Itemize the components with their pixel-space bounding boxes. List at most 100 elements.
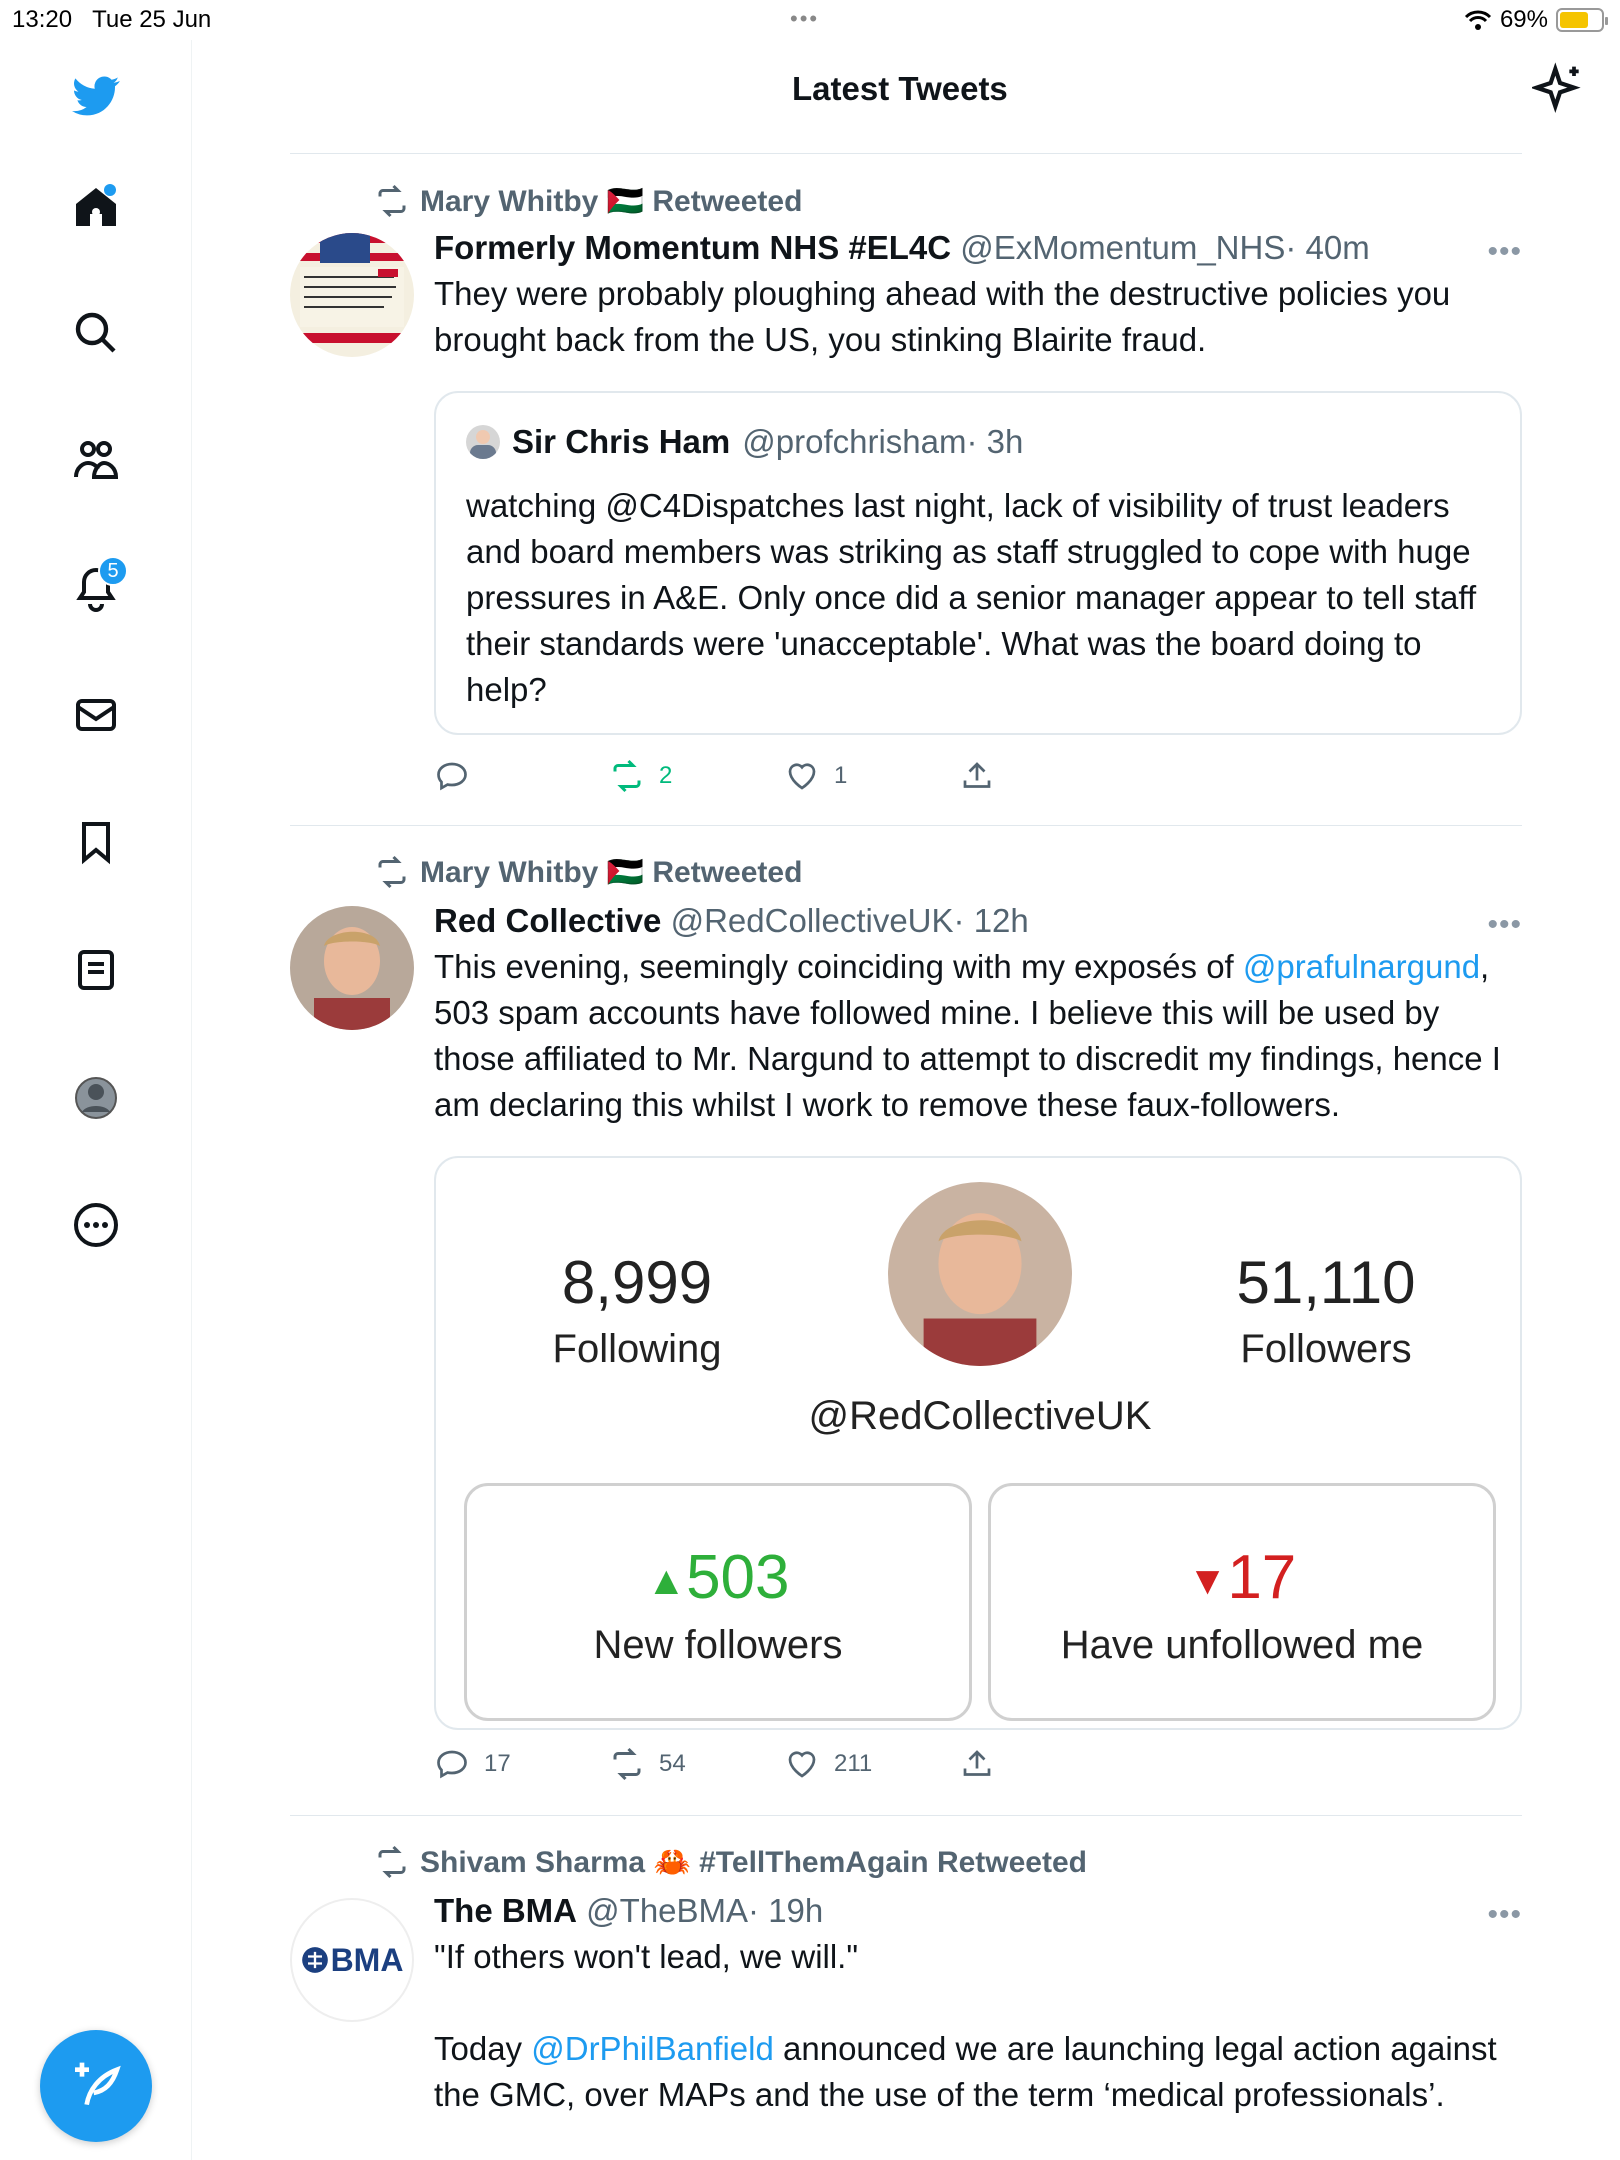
- notifications-badge: 5: [98, 556, 128, 586]
- people-icon[interactable]: [66, 431, 126, 491]
- more-circle-icon[interactable]: [66, 1195, 126, 1255]
- text-segment: This evening, seemingly coinciding with …: [434, 948, 1243, 985]
- retweet-button[interactable]: 54: [609, 1746, 784, 1782]
- tweet-text: This evening, seemingly coinciding with …: [434, 944, 1522, 1128]
- home-unread-dot: [104, 184, 116, 196]
- share-button[interactable]: [959, 758, 1134, 794]
- card-handle: @RedCollectiveUK: [808, 1394, 1152, 1438]
- card-avatar: [888, 1182, 1072, 1366]
- quote-avatar: [466, 425, 500, 459]
- share-button[interactable]: [959, 1746, 1134, 1782]
- unfollowed-box: ▼17 Have unfollowed me: [988, 1483, 1496, 1721]
- retweet-context: Shivam Sharma 🦀 #TellThemAgain Retweeted: [374, 1844, 1087, 1880]
- more-options-icon[interactable]: •••: [1487, 235, 1522, 269]
- unfollowed-value: ▼17: [1187, 1543, 1297, 1612]
- retweet-button[interactable]: 2: [609, 758, 784, 794]
- up-triangle-icon: ▲: [646, 1559, 687, 1604]
- feather-plus-icon: [75, 2062, 121, 2106]
- author-handle[interactable]: @TheBMA: [586, 1892, 748, 1929]
- battery-percent: 69%: [1499, 6, 1548, 33]
- page-title: Latest Tweets: [792, 70, 1008, 107]
- sparkle-icon[interactable]: [1532, 62, 1588, 118]
- author-name[interactable]: The BMA: [434, 1892, 577, 1929]
- tweet-text-line1: "If others won't lead, we will.": [434, 1938, 859, 1975]
- share-icon: [963, 1750, 991, 1776]
- tweet-content: Formerly Momentum NHS #EL4C @ExMomentum_…: [434, 229, 1522, 363]
- retweet-icon: [613, 759, 641, 793]
- retweet-icon: [378, 184, 406, 218]
- tweet[interactable]: Mary Whitby 🇵🇸 Retweeted Formerly Moment…: [290, 153, 1522, 826]
- more-options-icon[interactable]: •••: [1487, 908, 1522, 942]
- status-bar: 13:20 Tue 25 Jun ••• 69%: [0, 0, 1620, 40]
- mention-link[interactable]: @DrPhilBanfield: [531, 2030, 774, 2067]
- retweet-count: 54: [659, 1750, 686, 1777]
- tweet-time[interactable]: · 40m: [1285, 229, 1369, 266]
- retweet-icon: [378, 1845, 406, 1879]
- reply-button[interactable]: 17: [434, 1746, 609, 1782]
- heart-icon: [788, 763, 816, 790]
- timeline: Mary Whitby 🇵🇸 Retweeted Formerly Moment…: [290, 153, 1522, 2160]
- following-count: 8,999: [561, 1249, 713, 1316]
- retweeted-by[interactable]: Mary Whitby 🇵🇸 Retweeted: [420, 855, 802, 890]
- author-name[interactable]: Red Collective: [434, 902, 661, 939]
- new-followers-box: ▲503 New followers: [464, 1483, 972, 1721]
- following-label: Following: [552, 1327, 722, 1371]
- followers-label: Followers: [1240, 1327, 1412, 1371]
- tweet[interactable]: Mary Whitby 🇵🇸 Retweeted Red Collective …: [290, 826, 1522, 1816]
- followers-stat: 51,110 Followers: [1206, 1248, 1446, 1372]
- new-followers-value: ▲503: [646, 1543, 790, 1612]
- tweet-actions: 2 1: [434, 758, 1134, 794]
- author-handle[interactable]: @ExMomentum_NHS: [960, 229, 1285, 266]
- retweeted-by[interactable]: Mary Whitby 🇵🇸 Retweeted: [420, 184, 802, 219]
- retweet-icon: [378, 855, 406, 889]
- tweet-text-line2: Today @DrPhilBanfield announced we are l…: [434, 2026, 1522, 2118]
- reply-button[interactable]: [434, 758, 609, 794]
- profile-icon[interactable]: [66, 1068, 126, 1128]
- like-count: 211: [834, 1750, 873, 1777]
- tweet-header: Red Collective @RedCollectiveUK· 12h: [434, 902, 1522, 940]
- reply-icon: [437, 762, 467, 791]
- mention-link[interactable]: @prafulnargund: [1243, 948, 1480, 985]
- search-icon[interactable]: [66, 303, 126, 363]
- home-icon[interactable]: [66, 178, 126, 238]
- compose-button[interactable]: [40, 2030, 152, 2142]
- tweet-content: The BMA @TheBMA· 19h "If others won't le…: [434, 1892, 1522, 2118]
- tweet-header: The BMA @TheBMA· 19h: [434, 1892, 1522, 1930]
- mail-icon[interactable]: [66, 685, 126, 745]
- tweet[interactable]: Shivam Sharma 🦀 #TellThemAgain Retweeted…: [290, 1816, 1522, 2160]
- header: Latest Tweets: [192, 40, 1620, 152]
- share-icon: [963, 762, 991, 788]
- attached-image[interactable]: 8,999 Following @RedCollectiveUK 51,110 …: [434, 1156, 1522, 1730]
- bird-icon[interactable]: [66, 66, 126, 126]
- bell-icon[interactable]: 5: [66, 556, 128, 618]
- multitasking-dots[interactable]: •••: [790, 6, 819, 32]
- avatar[interactable]: [290, 233, 414, 357]
- tweet-header: Formerly Momentum NHS #EL4C @ExMomentum_…: [434, 229, 1522, 267]
- status-time: 13:20 Tue 25 Jun: [12, 6, 212, 33]
- tweet-time[interactable]: · 19h: [748, 1892, 823, 1929]
- like-button[interactable]: 1: [784, 758, 959, 794]
- avatar[interactable]: BMA: [290, 1898, 414, 2022]
- bma-logo: BMA: [301, 1942, 403, 1979]
- retweeted-by[interactable]: Shivam Sharma 🦀 #TellThemAgain Retweeted: [420, 1845, 1087, 1880]
- followers-count: 51,110: [1236, 1249, 1416, 1316]
- bookmark-icon[interactable]: [66, 812, 126, 872]
- list-icon[interactable]: [66, 940, 126, 1000]
- quote-header: Sir Chris Ham @profchrisham· 3h: [466, 423, 1023, 461]
- quote-time: · 3h: [966, 423, 1024, 460]
- retweet-context: Mary Whitby 🇵🇸 Retweeted: [374, 854, 802, 890]
- like-button[interactable]: 211: [784, 1746, 959, 1782]
- quoted-tweet[interactable]: Sir Chris Ham @profchrisham· 3h watching…: [434, 391, 1522, 735]
- more-options-icon[interactable]: •••: [1487, 1898, 1522, 1932]
- retweet-count: 2: [659, 762, 673, 789]
- wifi-icon: [1464, 10, 1492, 30]
- tweet-content: Red Collective @RedCollectiveUK· 12h Thi…: [434, 902, 1522, 1128]
- like-count: 1: [834, 762, 848, 789]
- new-followers-label: New followers: [593, 1623, 843, 1667]
- avatar[interactable]: [290, 906, 414, 1030]
- author-name[interactable]: Formerly Momentum NHS #EL4C: [434, 229, 951, 266]
- tweet-time[interactable]: · 12h: [954, 902, 1029, 939]
- heart-icon: [788, 1751, 816, 1778]
- author-handle[interactable]: @RedCollectiveUK: [671, 902, 954, 939]
- tweet-text: They were probably ploughing ahead with …: [434, 275, 1451, 358]
